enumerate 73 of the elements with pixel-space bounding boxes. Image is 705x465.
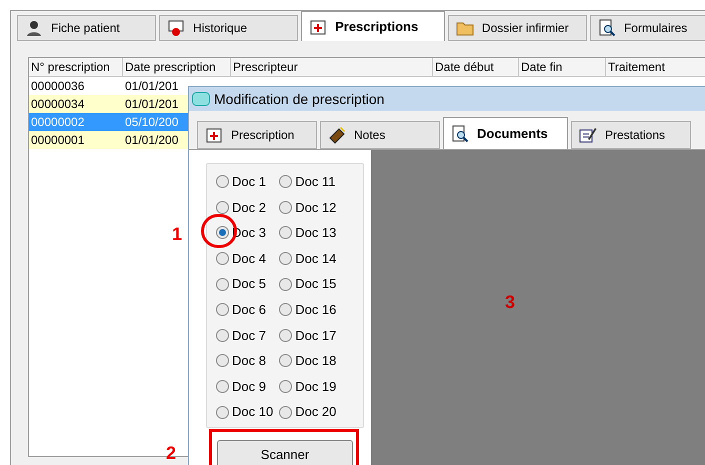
main-tab[interactable]: Prescriptions: [301, 11, 445, 41]
column-header[interactable]: Date fin: [519, 58, 606, 77]
main-tab[interactable]: Fiche patient: [17, 15, 156, 41]
main-tab[interactable]: Dossier infirmier: [448, 15, 587, 41]
radio-button[interactable]: [216, 380, 229, 394]
scanner-button[interactable]: Scanner: [217, 440, 353, 465]
radio-button[interactable]: [279, 175, 292, 188]
radio-button[interactable]: [279, 328, 292, 342]
column-header[interactable]: Prescripteur: [231, 58, 433, 77]
radio-button[interactable]: [216, 175, 229, 188]
document-radio[interactable]: Doc 4: [216, 246, 274, 272]
document-search-icon: [451, 124, 469, 142]
dialog-tab[interactable]: Prestations: [571, 121, 691, 149]
document-radio[interactable]: Doc 10: [216, 399, 274, 425]
document-radio[interactable]: Doc 15: [279, 271, 336, 297]
column-header[interactable]: N° prescription: [29, 58, 123, 77]
annotation-number: 2: [166, 442, 176, 465]
document-radio[interactable]: Doc 9: [216, 374, 274, 400]
document-radio[interactable]: Doc 13: [279, 220, 336, 246]
document-radio[interactable]: Doc 16: [279, 296, 336, 323]
radio-button[interactable]: [279, 354, 292, 368]
table-cell-text: 01/01/201: [124, 96, 180, 113]
table-cell-text: 00000036: [30, 78, 86, 95]
document-radio[interactable]: Doc 20: [279, 399, 336, 425]
radio-button[interactable]: [216, 328, 229, 342]
document-search-icon: [598, 19, 616, 37]
radio-button[interactable]: [216, 252, 229, 266]
main-tab[interactable]: Historique: [159, 15, 298, 41]
document-radio[interactable]: Doc 5: [216, 271, 274, 297]
radio-button[interactable]: [216, 278, 229, 291]
radio-button[interactable]: [279, 380, 292, 394]
document-radio[interactable]: Doc 18: [279, 348, 336, 374]
radio-button[interactable]: [216, 226, 229, 240]
radio-button[interactable]: [279, 406, 292, 419]
document-radio[interactable]: Doc 2: [216, 194, 274, 220]
column-header[interactable]: Date prescription: [123, 58, 231, 77]
dialog-tab[interactable]: Notes: [320, 121, 440, 149]
table-cell-text: 00000034: [30, 96, 86, 113]
radio-button[interactable]: [216, 354, 229, 368]
document-radio[interactable]: Doc 7: [216, 322, 274, 348]
document-radio[interactable]: Doc 19: [279, 374, 336, 400]
annotation-number: 3: [505, 291, 516, 314]
radio-button[interactable]: [279, 200, 292, 214]
document-radio[interactable]: Doc 6: [216, 296, 274, 323]
table-cell-text: 00000002: [30, 114, 86, 131]
document-radio[interactable]: Doc 1: [216, 169, 274, 195]
person-icon: [25, 19, 43, 37]
column-header[interactable]: Date début: [433, 58, 519, 77]
radio-button[interactable]: [216, 406, 229, 419]
document-radio[interactable]: Doc 8: [216, 348, 274, 374]
column-header[interactable]: Traitement: [606, 58, 705, 77]
main-tab[interactable]: Formulaires: [590, 15, 705, 41]
table-cell-text: 01/01/201: [124, 78, 180, 95]
document-radio[interactable]: Doc 14: [279, 246, 336, 272]
medical-kit-icon: [309, 18, 328, 36]
radio-button[interactable]: [279, 303, 292, 316]
medical-kit-icon: [205, 126, 223, 144]
radio-button[interactable]: [279, 252, 292, 266]
radio-button[interactable]: [279, 278, 292, 291]
document-radio[interactable]: Doc 12: [279, 194, 336, 220]
radio-button[interactable]: [216, 200, 229, 214]
table-cell-text: 01/01/200: [124, 132, 180, 149]
document-radio[interactable]: Doc 17: [279, 322, 336, 348]
annotation-number: 1: [172, 223, 182, 246]
dialog-tab[interactable]: Documents: [443, 117, 568, 149]
form-pencil-icon: [579, 126, 597, 144]
app-logo-icon: [192, 92, 210, 106]
dialog-tab[interactable]: Prescription: [197, 121, 317, 149]
table-cell-text: 00000001: [30, 132, 86, 149]
table-cell-text: 05/10/200: [124, 114, 180, 131]
radio-button[interactable]: [279, 226, 292, 240]
radio-button[interactable]: [216, 303, 229, 316]
document-radio[interactable]: Doc 11: [279, 169, 336, 195]
